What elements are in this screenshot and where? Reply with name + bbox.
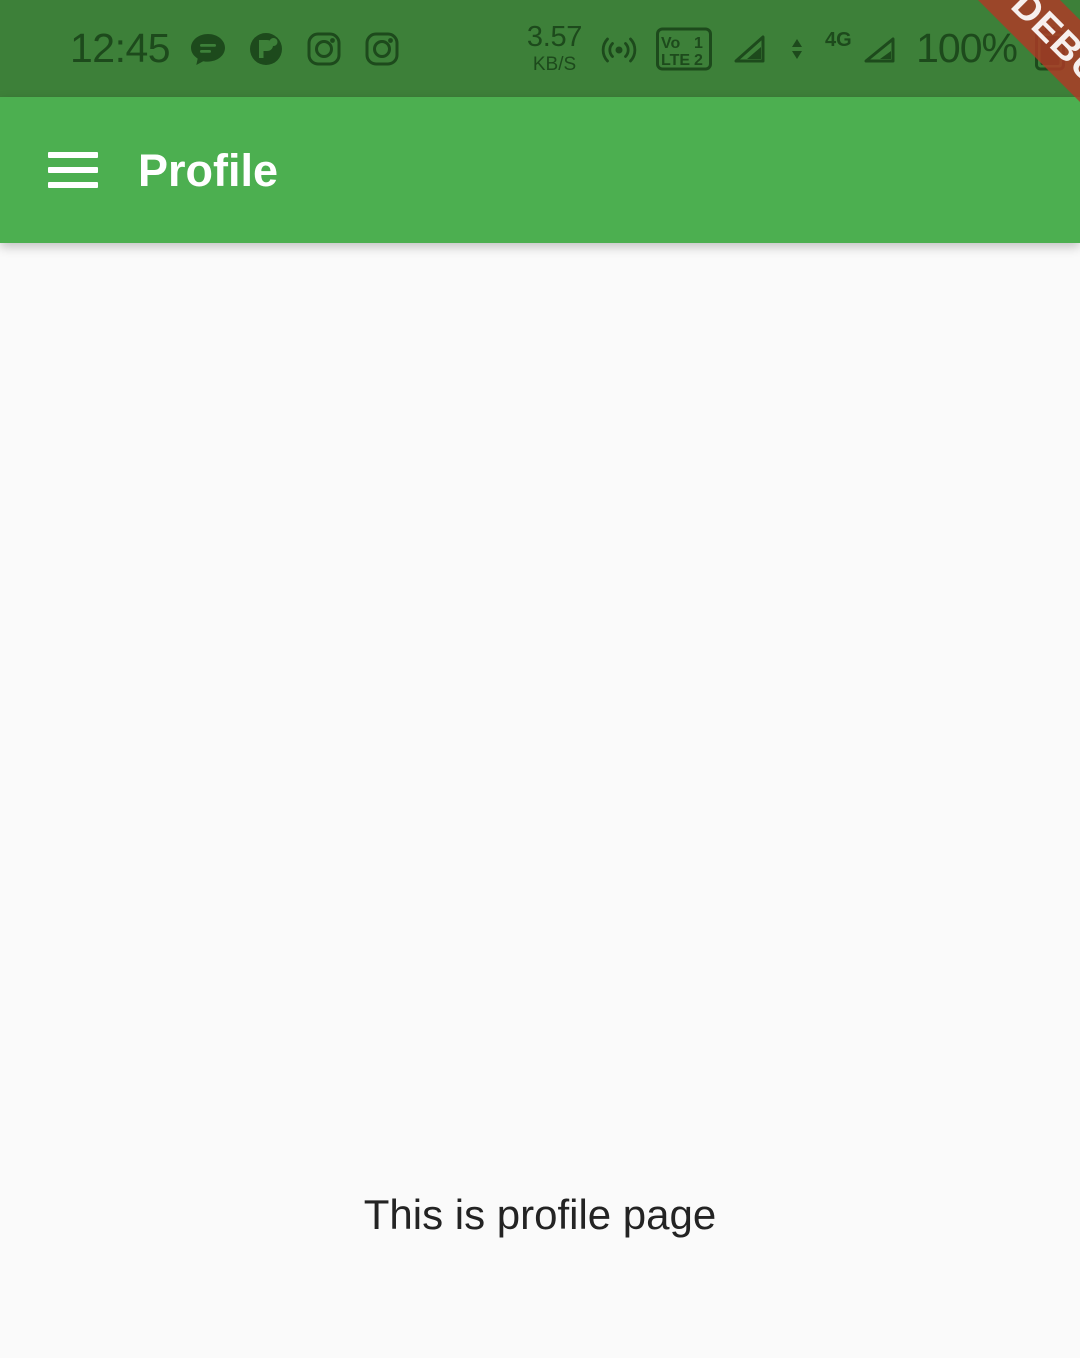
hamburger-bar-3	[48, 182, 98, 188]
message-bubble-icon	[188, 29, 228, 69]
network-speed-unit: KB/S	[532, 54, 577, 75]
data-updown-icon	[786, 29, 808, 69]
status-bar-clock: 12:45	[70, 25, 171, 71]
instagram-icon-2	[362, 29, 402, 69]
battery-percentage: 100%	[916, 25, 1018, 71]
network-speed-value: 3.57	[526, 21, 583, 53]
svg-text:2: 2	[694, 52, 703, 69]
volte-badge-icon: Vo LTE 1 2	[656, 27, 713, 71]
svg-text:LTE: LTE	[661, 52, 690, 69]
status-bar-left: 12:45	[70, 28, 402, 69]
app-circle-icon	[246, 29, 286, 69]
battery-full-icon	[1034, 26, 1066, 71]
page-content: This is profile page	[0, 243, 1080, 1358]
signal-bars-icon-sim1	[729, 29, 769, 69]
hamburger-menu-icon[interactable]	[48, 145, 98, 195]
app-bar: Profile	[0, 97, 1080, 243]
network-speed-indicator: 3.57 KB/S	[526, 21, 583, 75]
status-bar-right: 3.57 KB/S Vo LTE 1 2 4G 100%	[527, 23, 1066, 74]
svg-text:Vo: Vo	[661, 35, 680, 52]
hamburger-bar-2	[48, 167, 98, 173]
hotspot-icon	[599, 29, 639, 69]
svg-text:1: 1	[694, 35, 703, 52]
svg-text:4G: 4G	[825, 29, 852, 51]
status-bar: 12:45 3.57 KB/S Vo LTE 1 2 4G 100%	[0, 0, 1080, 97]
page-title: Profile	[138, 144, 279, 196]
network-type-label-icon: 4G	[825, 29, 899, 69]
profile-page-message: This is profile page	[363, 1191, 717, 1238]
hamburger-bar-1	[48, 152, 98, 158]
phone-screen: 12:45 3.57 KB/S Vo LTE 1 2 4G 100% Profi…	[0, 0, 1080, 1358]
instagram-icon-1	[304, 29, 344, 69]
